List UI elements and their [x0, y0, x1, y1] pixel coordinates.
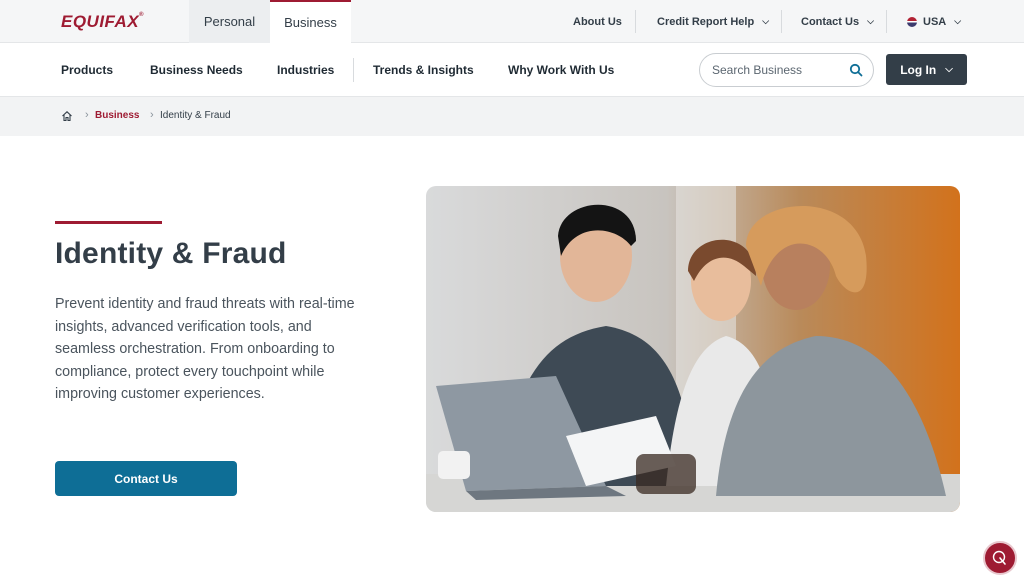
breadcrumb: › Business › Identity & Fraud — [0, 97, 1024, 136]
equifax-logo[interactable]: EQUIFAX® — [61, 12, 144, 32]
search-box — [699, 53, 874, 87]
hero-image — [426, 186, 960, 512]
chat-icon — [992, 550, 1006, 565]
chevron-down-icon: ⌵ — [867, 16, 874, 26]
nav-products[interactable]: Products — [61, 43, 113, 97]
main-nav: Products Business Needs Industries Trend… — [0, 43, 1024, 97]
search-icon[interactable] — [849, 63, 863, 77]
breadcrumb-business-link[interactable]: Business — [95, 110, 139, 121]
us-flag-icon — [907, 16, 917, 27]
nav-trends-insights[interactable]: Trends & Insights — [373, 43, 474, 97]
divider — [886, 10, 887, 33]
chevron-down-icon: ⌵ — [954, 16, 962, 26]
divider — [635, 10, 636, 33]
tab-business[interactable]: Business — [270, 0, 351, 43]
page-title: Identity & Fraud — [55, 237, 287, 270]
breadcrumb-separator: › — [150, 109, 154, 121]
nav-why-work-with-us[interactable]: Why Work With Us — [508, 43, 614, 97]
tab-personal[interactable]: Personal — [189, 0, 270, 43]
login-button[interactable]: Log In ⌵ — [886, 54, 967, 85]
contact-us-menu[interactable]: Contact Us ⌵ — [801, 0, 874, 43]
chat-button[interactable] — [983, 541, 1017, 575]
home-icon[interactable] — [61, 110, 73, 122]
credit-report-help-menu[interactable]: Credit Report Help ⌵ — [657, 0, 769, 43]
divider — [781, 10, 782, 33]
country-selector[interactable]: USA ⌵ — [907, 0, 961, 43]
utility-bar: EQUIFAX® Personal Business About Us Cred… — [0, 0, 1024, 43]
nav-industries[interactable]: Industries — [277, 43, 334, 97]
search-input[interactable] — [712, 63, 842, 77]
hero-description: Prevent identity and fraud threats with … — [55, 296, 355, 402]
about-us-link[interactable]: About Us — [573, 0, 622, 43]
chevron-down-icon: ⌵ — [945, 64, 953, 75]
chevron-down-icon: ⌵ — [762, 16, 770, 26]
divider — [353, 58, 354, 82]
breadcrumb-current: Identity & Fraud — [160, 110, 231, 121]
contact-us-button[interactable]: Contact Us — [55, 461, 237, 496]
title-accent-line — [55, 221, 162, 224]
breadcrumb-separator: › — [85, 109, 89, 121]
nav-business-needs[interactable]: Business Needs — [150, 43, 243, 97]
